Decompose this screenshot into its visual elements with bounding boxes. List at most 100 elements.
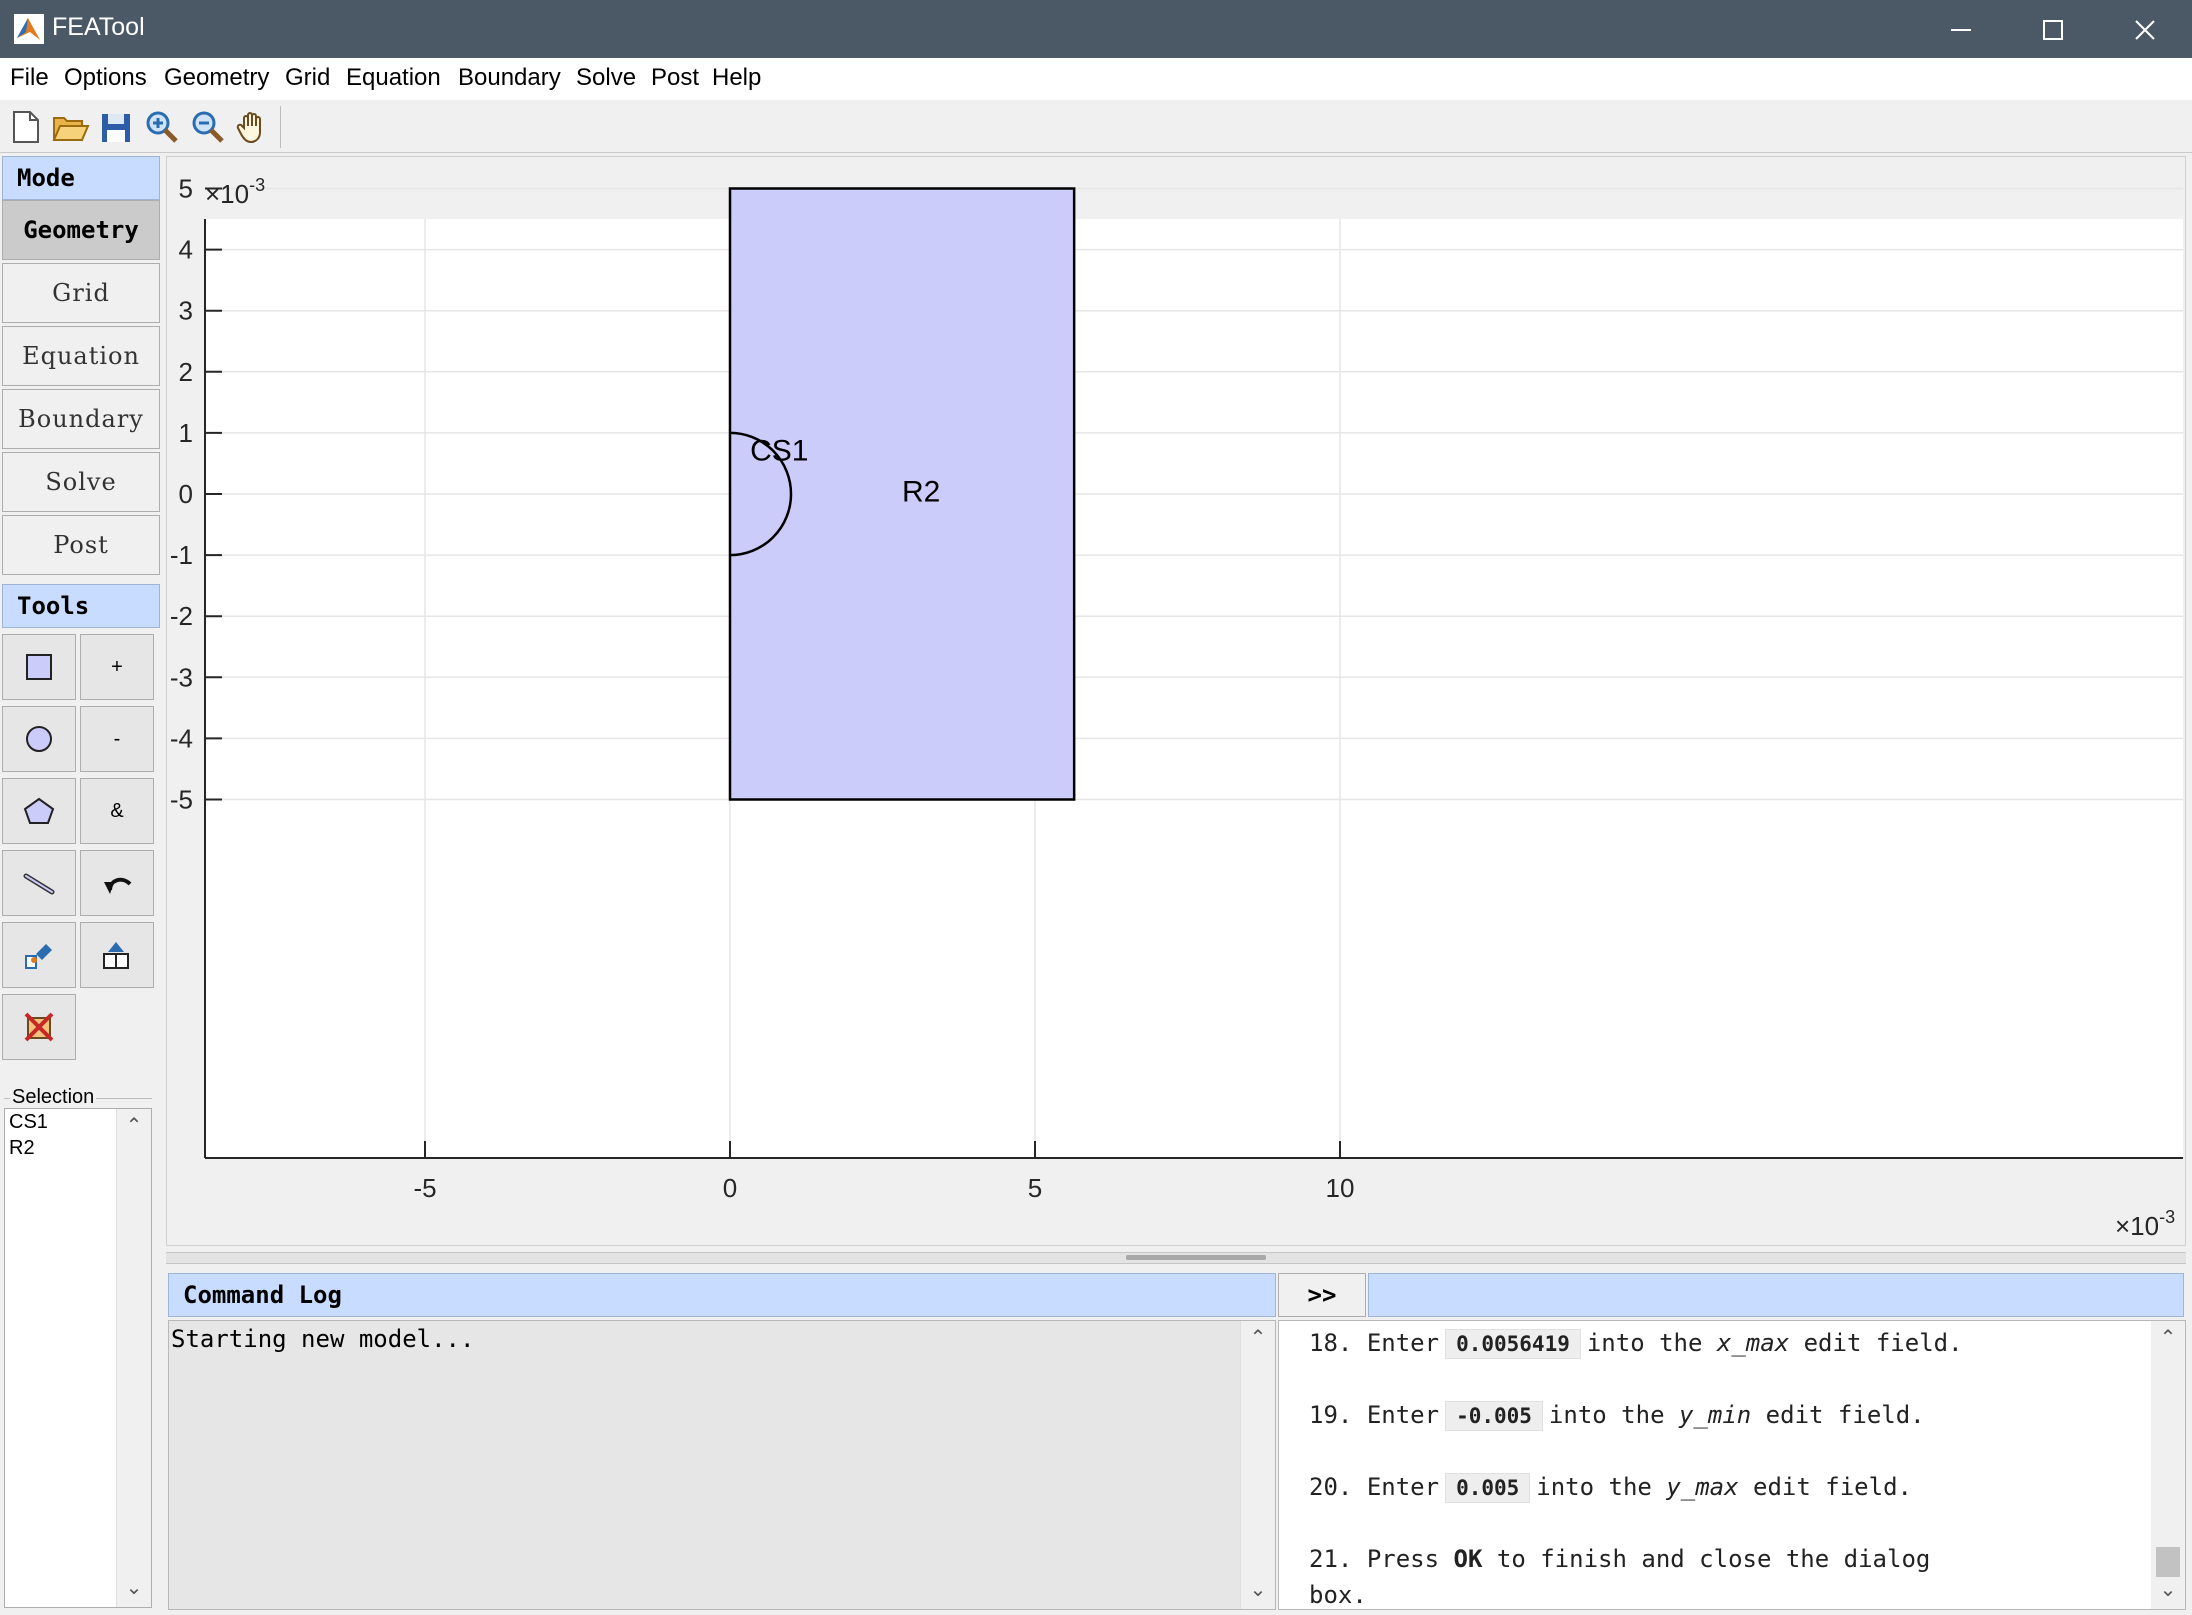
- left-panel: Mode Geometry Grid Equation Boundary Sol…: [0, 152, 163, 1615]
- mode-boundary-button[interactable]: Boundary: [2, 389, 160, 449]
- scroll-up-icon[interactable]: ⌃: [117, 1113, 151, 1143]
- zoom-out-button[interactable]: [188, 108, 228, 146]
- add-rectangle-button[interactable]: [2, 634, 76, 700]
- y-exponent-label: ×10-3: [205, 175, 265, 209]
- help-step-18: 18. Enter 0.0056419 into the x_max edit fi…: [1309, 1329, 1963, 1359]
- close-button[interactable]: [2098, 0, 2190, 58]
- x-tick-label: 5: [1028, 1173, 1042, 1203]
- menu-post[interactable]: Post: [649, 64, 701, 92]
- y-tick-label: 2: [179, 357, 193, 387]
- intersect-button[interactable]: &: [80, 778, 154, 844]
- cs1-label: CS1: [750, 434, 808, 467]
- pan-button[interactable]: [234, 108, 274, 146]
- save-icon: [102, 114, 130, 142]
- toolbar: [0, 100, 2192, 153]
- geometry-plot[interactable]: CS1 R2 -5 0 5 10 543210-1-2-3-4-5 ×10-3 ×10…: [167, 157, 2185, 1245]
- zoom-out-icon: [192, 111, 224, 143]
- scroll-down-icon[interactable]: ⌄: [1241, 1577, 1275, 1607]
- add-polygon-button[interactable]: [2, 778, 76, 844]
- y-tick-label: -1: [170, 540, 193, 570]
- add-circle-button[interactable]: [2, 706, 76, 772]
- menu-boundary[interactable]: Boundary: [456, 64, 563, 92]
- circle-icon: [26, 726, 52, 752]
- y-tick-label: -2: [170, 601, 193, 631]
- help-scrollbar[interactable]: ⌃ ⌄: [2151, 1321, 2185, 1609]
- minimize-button[interactable]: [1914, 0, 2006, 58]
- expand-log-button[interactable]: >>: [1278, 1273, 1366, 1317]
- polygon-icon: [23, 797, 55, 824]
- mode-grid-button[interactable]: Grid: [2, 263, 160, 323]
- pan-hand-icon: [236, 112, 261, 144]
- open-file-button[interactable]: [50, 108, 90, 146]
- help-step-21: 21. Press OK to finish and close the dia…: [1309, 1545, 1931, 1573]
- undo-arrow-icon: [104, 877, 132, 894]
- y-tick-label: -5: [170, 785, 193, 815]
- mode-header: Mode: [2, 156, 160, 200]
- help-step-20: 20. Enter 0.005 into the y_max edit field.: [1309, 1473, 1912, 1503]
- selection-label: Selection: [10, 1086, 97, 1109]
- union-button[interactable]: +: [80, 634, 154, 700]
- scroll-down-icon[interactable]: ⌄: [2151, 1577, 2185, 1607]
- new-file-button[interactable]: [6, 108, 46, 146]
- menu-equation[interactable]: Equation: [344, 64, 443, 92]
- x-tick-label: 10: [1326, 1173, 1355, 1203]
- subtract-button[interactable]: -: [80, 706, 154, 772]
- line-tool-button[interactable]: [2, 850, 76, 916]
- delete-geometry-button[interactable]: [2, 994, 76, 1060]
- x-tick-label: 0: [723, 1173, 737, 1203]
- y-tick-label: 0: [179, 479, 193, 509]
- featool-logo-icon: [14, 14, 44, 44]
- mode-equation-button[interactable]: Equation: [2, 326, 160, 386]
- selection-listbox[interactable]: CS1 R2 ⌃ ⌄: [4, 1108, 152, 1608]
- splitter-grip[interactable]: [1126, 1255, 1266, 1260]
- y-tick-label: -3: [170, 662, 193, 692]
- r2-label: R2: [902, 475, 940, 508]
- help-step-19: 19. Enter -0.005 into the y_min edit field…: [1309, 1401, 1925, 1431]
- menu-solve[interactable]: Solve: [574, 64, 638, 92]
- scroll-up-icon[interactable]: ⌃: [2151, 1325, 2185, 1355]
- undo-button[interactable]: [80, 850, 154, 916]
- command-log-scrollbar[interactable]: ⌃ ⌄: [1240, 1321, 1275, 1609]
- help-step-21-wrap: box.: [1309, 1581, 1367, 1609]
- y-tick-label: 4: [179, 235, 193, 265]
- panel-splitter[interactable]: [166, 1252, 2186, 1264]
- help-header-bar: [1368, 1273, 2184, 1317]
- menu-help[interactable]: Help: [710, 64, 763, 92]
- mode-post-button[interactable]: Post: [2, 515, 160, 575]
- object-tool-icon: [25, 944, 52, 969]
- menu-geometry[interactable]: Geometry: [162, 64, 271, 92]
- zoom-in-icon: [146, 111, 178, 143]
- rectangle-icon: [26, 654, 52, 680]
- scroll-up-icon[interactable]: ⌃: [1241, 1325, 1275, 1355]
- help-scroll-track[interactable]: ⌃ ⌄: [2151, 1321, 2185, 1609]
- menu-grid[interactable]: Grid: [283, 64, 332, 92]
- menu-options[interactable]: Options: [62, 64, 149, 92]
- x-exponent-label: ×10-3: [2115, 1207, 2175, 1241]
- geometry-axes-panel[interactable]: CS1 R2 -5 0 5 10 5 4 3 2 1 0 -1 -2 -3 -4 -5 ×10-3 ×10…: [166, 156, 2186, 1246]
- close-icon: [2135, 20, 2155, 40]
- title-bar: FEATool: [0, 0, 2192, 58]
- save-button[interactable]: [96, 108, 136, 146]
- scroll-down-icon[interactable]: ⌄: [117, 1575, 151, 1605]
- command-log-textarea[interactable]: Starting new model... ⌃ ⌄: [168, 1320, 1276, 1610]
- command-log-text: Starting new model...: [171, 1325, 475, 1353]
- mode-solve-button[interactable]: Solve: [2, 452, 160, 512]
- delete-geometry-icon: [24, 1012, 54, 1042]
- y-tick-label: -4: [170, 723, 193, 753]
- mode-geometry-button[interactable]: Geometry: [2, 200, 160, 260]
- zoom-in-button[interactable]: [142, 108, 182, 146]
- new-file-icon: [13, 111, 39, 143]
- open-folder-icon: [52, 117, 90, 141]
- y-tick-label: 5: [179, 174, 193, 204]
- maximize-icon: [2043, 20, 2063, 40]
- window-title: FEATool: [52, 13, 145, 41]
- maximize-button[interactable]: [2006, 0, 2098, 58]
- menu-file[interactable]: File: [8, 64, 51, 92]
- command-log-header: Command Log: [168, 1273, 1276, 1317]
- scale-tool-button[interactable]: [80, 922, 154, 988]
- scroll-thumb[interactable]: [2156, 1547, 2180, 1577]
- tutorial-help-pane[interactable]: 18. Enter 0.0056419 into the x_max edit fi…: [1278, 1320, 2186, 1610]
- object-tool-button[interactable]: [2, 922, 76, 988]
- menu-bar: File Options Geometry Grid Equation Boun…: [0, 58, 2192, 101]
- selection-scrollbar[interactable]: ⌃ ⌄: [116, 1109, 151, 1607]
